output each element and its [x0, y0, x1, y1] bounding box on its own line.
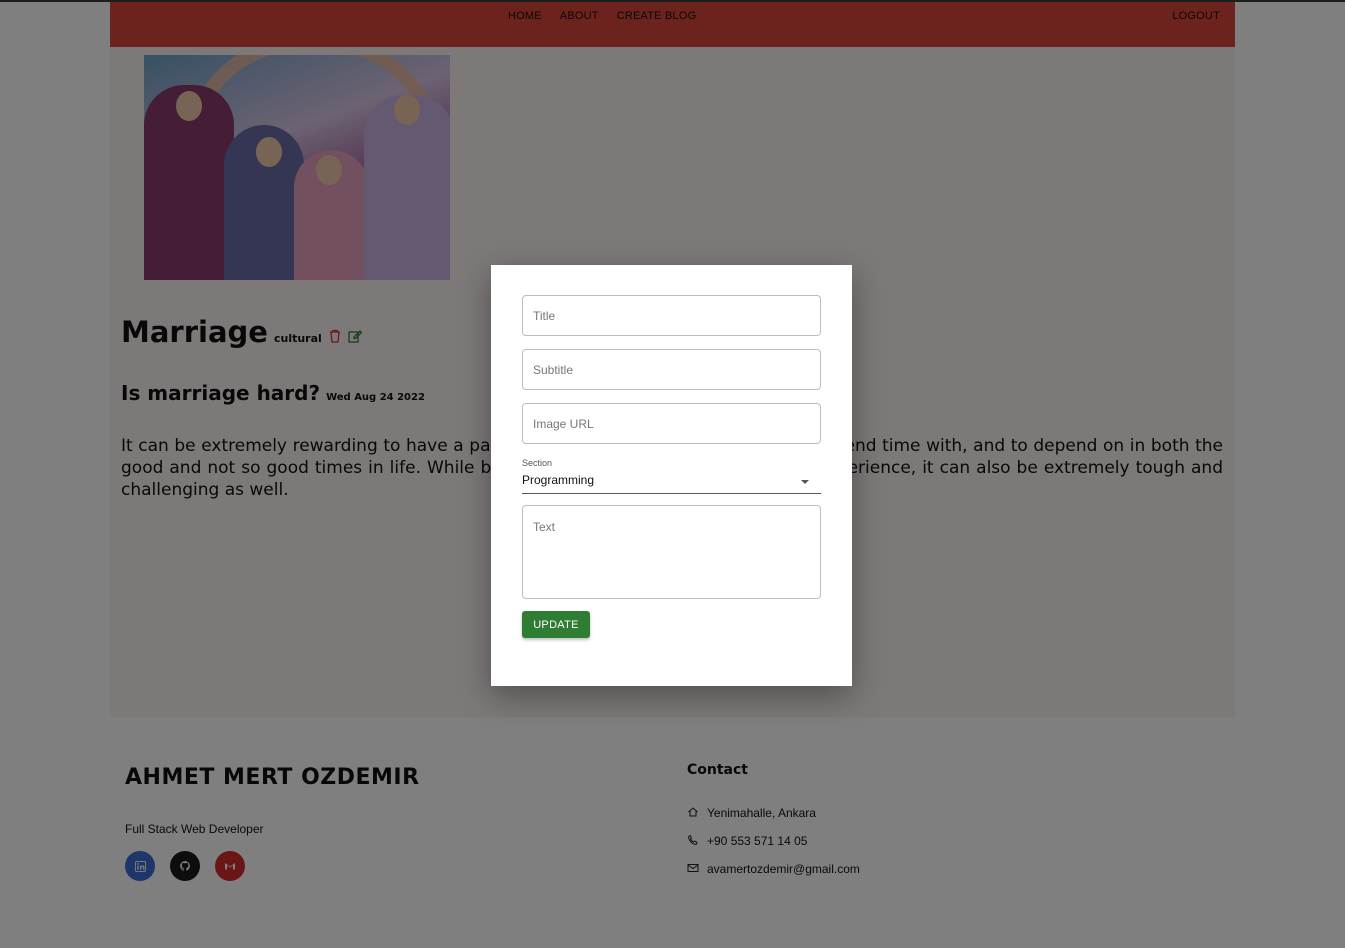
section-select[interactable]: Programming	[522, 473, 821, 494]
section-select-value: Programming	[522, 473, 595, 487]
image-url-input[interactable]	[522, 403, 821, 444]
section-label: Section	[522, 458, 553, 468]
title-input[interactable]	[522, 295, 821, 336]
subtitle-input[interactable]	[522, 349, 821, 390]
chevron-down-icon	[801, 480, 809, 484]
update-post-modal: Section Programming UPDATE	[491, 265, 852, 686]
text-input[interactable]	[522, 505, 821, 599]
update-button[interactable]: UPDATE	[522, 611, 590, 638]
